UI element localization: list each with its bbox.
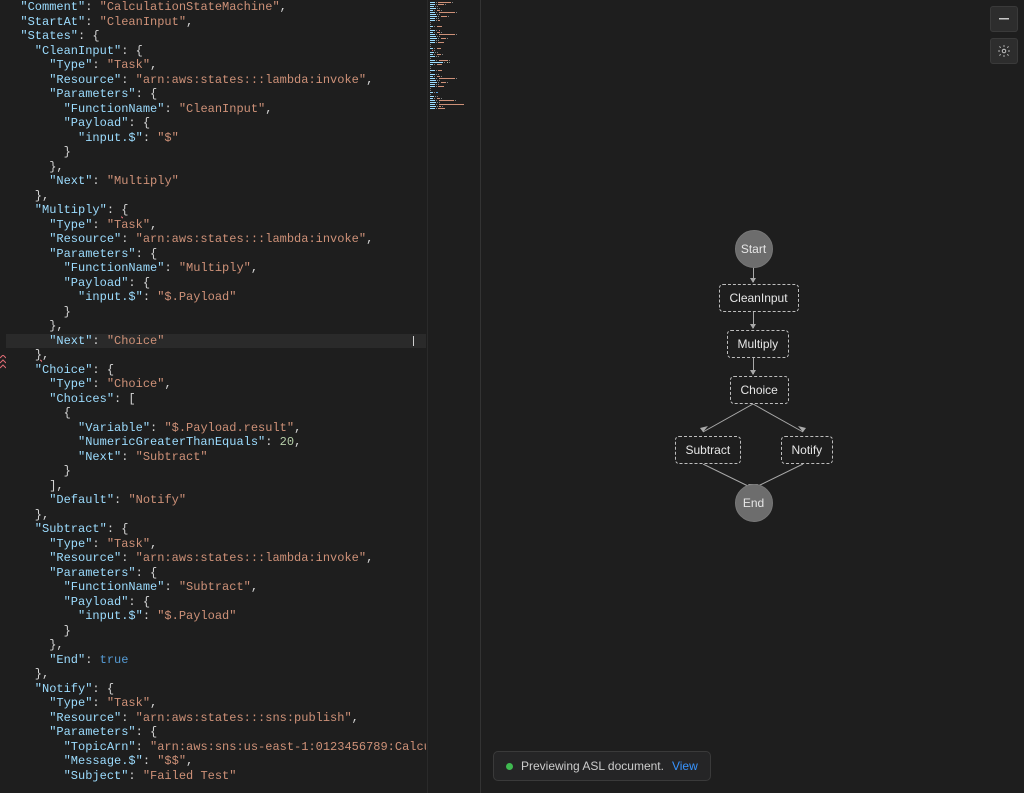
code-line[interactable]: "Resource": "arn:aws:states:::lambda:inv… (6, 551, 426, 566)
code-area[interactable]: "Comment": "CalculationStateMachine", "S… (6, 0, 426, 793)
code-line[interactable]: "Next": "Subtract" (6, 450, 426, 465)
status-dot-icon (506, 763, 513, 770)
code-line[interactable]: "Parameters": { (6, 87, 426, 102)
code-line[interactable]: "Parameters": { (6, 247, 426, 262)
node-multiply[interactable]: Multiply (727, 330, 790, 358)
code-line[interactable]: } (6, 464, 426, 479)
node-notify[interactable]: Notify (781, 436, 834, 464)
code-line[interactable]: "StartAt": "CleanInput", (6, 15, 426, 30)
code-line[interactable]: } (6, 624, 426, 639)
code-line[interactable]: "Variable": "$.Payload.result", (6, 421, 426, 436)
code-line[interactable]: "Parameters": { (6, 566, 426, 581)
code-line[interactable]: } (6, 305, 426, 320)
code-line[interactable]: "Choice": { (6, 363, 426, 378)
code-line[interactable]: }, (6, 348, 426, 363)
node-end[interactable]: End (735, 484, 773, 522)
code-line[interactable]: "Notify": { (6, 682, 426, 697)
code-line[interactable]: "Resource": "arn:aws:states:::lambda:inv… (6, 232, 426, 247)
code-line[interactable]: "End": true (6, 653, 426, 668)
code-line[interactable]: "FunctionName": "Multiply", (6, 261, 426, 276)
state-machine-graph: Start CleanInput Multiply Choice Subtrac… (633, 230, 873, 520)
code-line[interactable]: "Choices": [ (6, 392, 426, 407)
code-line[interactable]: "Default": "Notify" (6, 493, 426, 508)
code-line[interactable]: "Payload": { (6, 116, 426, 131)
code-line[interactable]: "input.$": "$.Payload" (6, 290, 426, 305)
code-line[interactable]: "Subtract": { (6, 522, 426, 537)
code-line[interactable]: "Payload": { (6, 276, 426, 291)
code-line[interactable]: "Type": "Task", (6, 58, 426, 73)
node-cleaninput[interactable]: CleanInput (719, 284, 799, 312)
code-line[interactable]: "Next": "Multiply" (6, 174, 426, 189)
code-line[interactable]: "Type": "Task", (6, 218, 426, 233)
code-line[interactable]: }, (6, 319, 426, 334)
node-subtract[interactable]: Subtract (675, 436, 742, 464)
code-line[interactable]: "FunctionName": "CleanInput", (6, 102, 426, 117)
code-line[interactable]: "NumericGreaterThanEquals": 20, (6, 435, 426, 450)
code-line[interactable]: "TopicArn": "arn:aws:sns:us-east-1:01234… (6, 740, 426, 755)
code-line[interactable]: "CleanInput": { (6, 44, 426, 59)
code-line[interactable]: "Parameters": { (6, 725, 426, 740)
arrow (753, 358, 754, 374)
editor-pane[interactable]: "Comment": "CalculationStateMachine", "S… (0, 0, 481, 793)
code-line[interactable]: "FunctionName": "Subtract", (6, 580, 426, 595)
code-line[interactable]: "Type": "Choice", (6, 377, 426, 392)
code-line[interactable]: "Next": "Choice" (6, 334, 426, 349)
code-line[interactable]: "Comment": "CalculationStateMachine", (6, 0, 426, 15)
node-start[interactable]: Start (735, 230, 773, 268)
code-line[interactable]: "Payload": { (6, 595, 426, 610)
code-line[interactable]: }, (6, 638, 426, 653)
node-choice[interactable]: Choice (730, 376, 789, 404)
collapse-button[interactable] (990, 6, 1018, 32)
code-line[interactable]: }, (6, 189, 426, 204)
code-line[interactable]: "Subject": "Failed Test" (6, 769, 426, 784)
status-text: Previewing ASL document. (521, 759, 664, 773)
status-bubble: Previewing ASL document. View (493, 751, 711, 781)
error-gutter-marker (0, 355, 6, 369)
code-line[interactable]: "Resource": "arn:aws:states:::sns:publis… (6, 711, 426, 726)
gear-icon (997, 44, 1011, 58)
code-line[interactable]: "input.$": "$.Payload" (6, 609, 426, 624)
code-line[interactable]: }, (6, 667, 426, 682)
arrow (753, 312, 754, 328)
minimap[interactable] (427, 0, 480, 793)
minus-icon (998, 13, 1010, 25)
preview-toolbar (990, 6, 1018, 64)
app-root: "Comment": "CalculationStateMachine", "S… (0, 0, 1024, 793)
code-line[interactable]: }, (6, 160, 426, 175)
code-line[interactable]: ], (6, 479, 426, 494)
code-line[interactable]: }, (6, 508, 426, 523)
status-view-link[interactable]: View (672, 759, 698, 773)
arrow (753, 266, 754, 282)
code-line[interactable]: "Type": "Task", (6, 537, 426, 552)
code-line[interactable]: "States": { (6, 29, 426, 44)
code-line[interactable]: { (6, 406, 426, 421)
code-line[interactable]: "Type": "Task", (6, 696, 426, 711)
settings-button[interactable] (990, 38, 1018, 64)
code-line[interactable]: "input.$": "$" (6, 131, 426, 146)
preview-pane: Start CleanInput Multiply Choice Subtrac… (481, 0, 1024, 793)
code-line[interactable]: "Multiply": { (6, 203, 426, 218)
choice-branches (633, 404, 873, 438)
code-line[interactable]: "Resource": "arn:aws:states:::lambda:inv… (6, 73, 426, 88)
code-line[interactable]: "Message.$": "$$", (6, 754, 426, 769)
code-line[interactable]: } (6, 145, 426, 160)
